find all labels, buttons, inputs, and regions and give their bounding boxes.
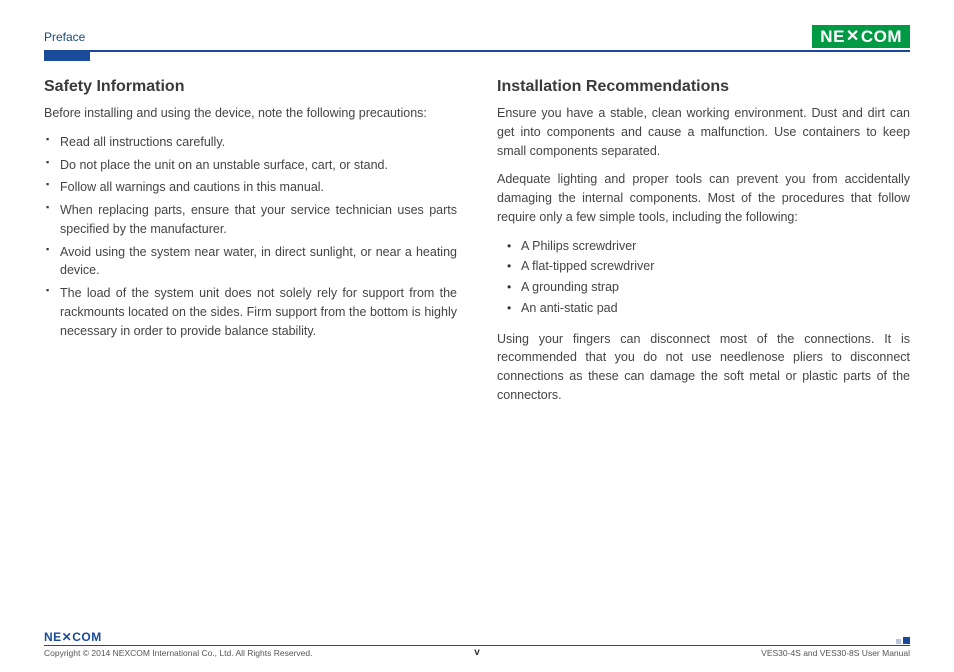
footer-logo-x-icon: ✕ bbox=[62, 630, 73, 644]
page-header: Preface NE ✕ COM bbox=[0, 0, 954, 48]
left-column: Safety Information Before installing and… bbox=[44, 78, 457, 415]
footer-logo-left: NE bbox=[44, 630, 62, 644]
safety-heading: Safety Information bbox=[44, 78, 457, 96]
list-item: Read all instructions carefully. bbox=[44, 133, 457, 152]
install-para-1: Ensure you have a stable, clean working … bbox=[497, 104, 910, 160]
section-label: Preface bbox=[44, 30, 85, 48]
brand-logo: NE ✕ COM bbox=[812, 25, 910, 48]
logo-right: COM bbox=[861, 28, 902, 45]
list-item: The load of the system unit does not sol… bbox=[44, 284, 457, 340]
logo-left: NE bbox=[820, 28, 845, 45]
copyright-text: Copyright © 2014 NEXCOM International Co… bbox=[44, 648, 312, 658]
page-number: v bbox=[474, 647, 480, 658]
footer-rule bbox=[44, 645, 910, 647]
list-item: An anti-static pad bbox=[497, 299, 910, 318]
footer-logo-right: COM bbox=[72, 630, 102, 644]
footer-logo-row: NE✕COM bbox=[44, 630, 910, 644]
doc-ref-text: VES30-4S and VES30-8S User Manual bbox=[761, 648, 910, 658]
list-item: A grounding strap bbox=[497, 278, 910, 297]
list-item: A Philips screwdriver bbox=[497, 237, 910, 256]
footer-brand-logo: NE✕COM bbox=[44, 630, 102, 644]
install-para-3: Using your fingers can disconnect most o… bbox=[497, 330, 910, 405]
list-item: Avoid using the system near water, in di… bbox=[44, 243, 457, 281]
footer-marks bbox=[896, 637, 910, 644]
footer-square-icon bbox=[903, 637, 910, 644]
header-rule bbox=[44, 50, 910, 52]
footer-square-icon bbox=[896, 639, 901, 644]
content-area: Safety Information Before installing and… bbox=[0, 52, 954, 415]
install-heading: Installation Recommendations bbox=[497, 78, 910, 96]
safety-list: Read all instructions carefully. Do not … bbox=[44, 133, 457, 341]
list-item: Do not place the unit on an unstable sur… bbox=[44, 156, 457, 175]
logo-x-icon: ✕ bbox=[845, 29, 861, 45]
right-column: Installation Recommendations Ensure you … bbox=[497, 78, 910, 415]
list-item: Follow all warnings and cautions in this… bbox=[44, 178, 457, 197]
safety-intro: Before installing and using the device, … bbox=[44, 104, 457, 123]
list-item: A flat-tipped screwdriver bbox=[497, 257, 910, 276]
install-para-2: Adequate lighting and proper tools can p… bbox=[497, 170, 910, 226]
list-item: When replacing parts, ensure that your s… bbox=[44, 201, 457, 239]
tools-list: A Philips screwdriver A flat-tipped scre… bbox=[497, 237, 910, 318]
header-tab-accent bbox=[44, 52, 90, 61]
